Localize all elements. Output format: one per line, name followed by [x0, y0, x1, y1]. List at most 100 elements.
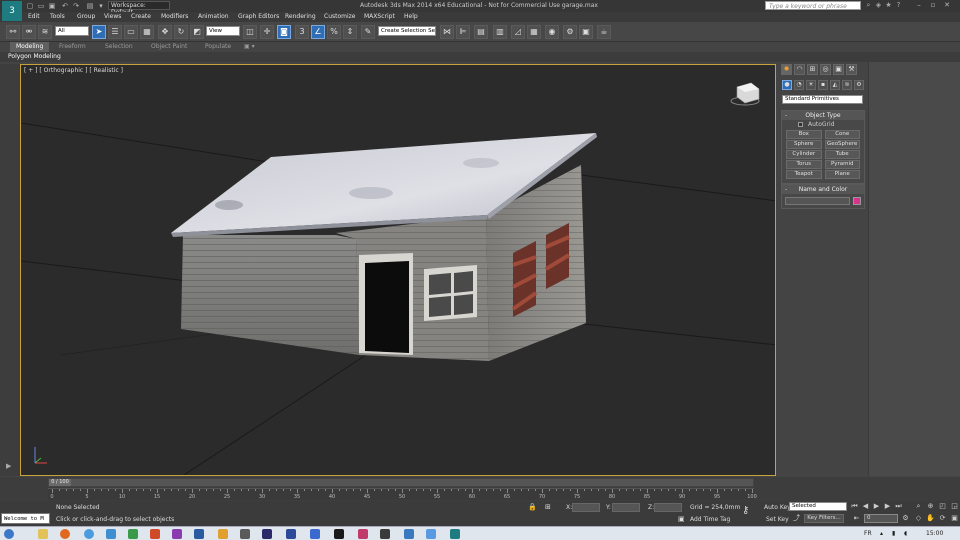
3ds-max-taskbar-icon[interactable] — [450, 529, 460, 539]
taskbar-app-icon[interactable] — [128, 529, 138, 539]
menu-modifiers[interactable]: Modifiers — [161, 13, 188, 20]
selection-filter-dropdown[interactable]: All — [55, 26, 89, 36]
menu-views[interactable]: Views — [104, 13, 121, 20]
play-icon[interactable]: ▶ — [872, 502, 881, 511]
time-configuration-icon[interactable]: ⚙ — [901, 514, 910, 523]
taskbar-app-icon[interactable] — [172, 529, 182, 539]
plane-button[interactable]: Plane — [824, 170, 860, 179]
taskbar-app-icon[interactable] — [426, 529, 436, 539]
maximize-viewport-toggle-icon[interactable]: ▣ — [950, 514, 959, 523]
taskbar-app-icon[interactable] — [310, 529, 320, 539]
autogrid-checkbox[interactable]: AutoGrid — [798, 120, 864, 129]
zoom-icon[interactable]: ⌕ — [914, 502, 923, 511]
time-slider-thumb[interactable]: 0 / 100 — [49, 479, 71, 486]
search-input[interactable]: Type a keyword or phrase — [765, 1, 861, 10]
taskbar-app-icon[interactable] — [218, 529, 228, 539]
favorites-icon[interactable]: ★ — [884, 1, 893, 10]
menu-edit[interactable]: Edit — [28, 13, 40, 20]
go-to-end-icon[interactable]: ⏭ — [894, 502, 903, 511]
auto-key-button[interactable]: Auto Key — [764, 504, 791, 511]
previous-frame-icon[interactable]: ◀ — [861, 502, 870, 511]
menu-help[interactable]: Help — [404, 13, 418, 20]
perspective-viewport[interactable]: [ + ] [ Orthographic ] [ Realistic ] — [20, 64, 776, 476]
lights-icon[interactable]: ☀ — [806, 80, 816, 90]
menu-maxscript[interactable]: MAXScript — [364, 13, 395, 20]
select-and-scale-icon[interactable]: ◩ — [190, 25, 204, 39]
space-warps-icon[interactable]: ≋ — [842, 80, 852, 90]
schematic-view-icon[interactable]: ▦ — [527, 25, 541, 39]
create-tab-icon[interactable]: ✹ — [781, 64, 792, 75]
taskbar-app-icon[interactable] — [262, 529, 272, 539]
menu-animation[interactable]: Animation — [198, 13, 229, 20]
shapes-icon[interactable]: ◔ — [794, 80, 804, 90]
align-icon[interactable]: ⊫ — [456, 25, 470, 39]
menu-create[interactable]: Create — [131, 13, 151, 20]
firefox-icon[interactable] — [60, 529, 70, 539]
taskbar-app-icon[interactable] — [150, 529, 160, 539]
selection-lock-icon[interactable]: 🔒 — [528, 503, 537, 512]
systems-icon[interactable]: ⚙ — [854, 80, 864, 90]
name-and-color-rollout-header[interactable]: - Name and Color — [782, 185, 864, 194]
tube-button[interactable]: Tube — [824, 150, 860, 159]
mirror-icon[interactable]: ⋈ — [440, 25, 454, 39]
minimize-button[interactable]: – — [914, 0, 924, 10]
viewport-label[interactable]: [ + ] [ Orthographic ] [ Realistic ] — [24, 67, 123, 74]
orbit-icon[interactable]: ⟳ — [938, 514, 947, 523]
use-pivot-center-icon[interactable]: ◫ — [243, 25, 257, 39]
rectangular-selection-icon[interactable]: ▭ — [124, 25, 138, 39]
named-selection-dropdown[interactable]: Create Selection Se — [378, 26, 436, 36]
select-and-move-icon[interactable]: ✥ — [158, 25, 172, 39]
network-icon[interactable]: ▮ — [892, 530, 895, 537]
graphite-modeling-tools-icon[interactable]: ▥ — [493, 25, 507, 39]
render-setup-icon[interactable]: ⚙ — [563, 25, 577, 39]
helpers-icon[interactable]: ◭ — [830, 80, 840, 90]
render-production-icon[interactable]: ☕ — [597, 25, 611, 39]
ribbon-options-icon[interactable]: ▣ ▾ — [244, 42, 255, 52]
add-time-tag-button[interactable]: Add Time Tag — [690, 516, 730, 523]
geometry-icon[interactable]: ● — [782, 80, 792, 90]
material-editor-icon[interactable]: ◉ — [545, 25, 559, 39]
cone-button[interactable]: Cone — [824, 130, 860, 139]
key-mode-toggle-icon[interactable]: ⇤ — [852, 514, 861, 523]
set-keys-icon[interactable]: ⚷ — [742, 505, 749, 516]
clock[interactable]: 15:00 — [926, 530, 943, 537]
key-filters-button[interactable]: Key Filters... — [804, 514, 844, 523]
absolute-mode-icon[interactable]: ⊞ — [545, 503, 553, 512]
tab-selection[interactable]: Selection — [105, 42, 133, 52]
select-and-rotate-icon[interactable]: ↻ — [174, 25, 188, 39]
window-crossing-icon[interactable]: ▦ — [140, 25, 154, 39]
zoom-extents-icon[interactable]: ◰ — [938, 502, 947, 511]
object-name-field[interactable] — [785, 197, 850, 205]
display-tab-icon[interactable]: ▣ — [833, 64, 844, 75]
language-indicator[interactable]: FR — [864, 530, 872, 537]
help-icon[interactable]: ? — [894, 1, 903, 10]
rendered-frame-window-icon[interactable]: ▣ — [579, 25, 593, 39]
object-color-swatch[interactable] — [853, 197, 861, 205]
modify-tab-icon[interactable]: ◠ — [794, 64, 805, 75]
pyramid-button[interactable]: Pyramid — [824, 160, 860, 169]
select-object-icon[interactable]: ➤ — [92, 25, 106, 39]
taskbar-app-icon[interactable] — [194, 529, 204, 539]
chrome-icon[interactable] — [84, 529, 94, 539]
bind-to-space-warp-icon[interactable]: ≋ — [38, 25, 52, 39]
key-mode-dropdown[interactable]: Selected — [789, 502, 847, 511]
set-key-button[interactable]: Set Key — [766, 516, 789, 523]
utilities-tab-icon[interactable]: ⚒ — [846, 64, 857, 75]
keyboard-shortcut-override-icon[interactable]: ◙ — [277, 25, 291, 39]
select-and-link-icon[interactable]: ⚯ — [6, 25, 20, 39]
undo-icon[interactable]: ↶ — [61, 2, 69, 10]
box-button[interactable]: Box — [786, 130, 822, 139]
volume-icon[interactable]: ◖ — [904, 530, 907, 537]
start-button-icon[interactable] — [4, 529, 14, 539]
edit-named-selection-icon[interactable]: ✎ — [361, 25, 375, 39]
pan-view-icon[interactable]: ✋ — [926, 514, 935, 523]
tab-populate[interactable]: Populate — [205, 42, 231, 52]
taskbar-app-icon[interactable] — [286, 529, 296, 539]
next-frame-icon[interactable]: ▶ — [883, 502, 892, 511]
time-slider[interactable]: 0 / 100 — [48, 478, 754, 487]
zoom-extents-all-icon[interactable]: ◲ — [950, 502, 959, 511]
menu-customize[interactable]: Customize — [324, 13, 356, 20]
taskbar-app-icon[interactable] — [380, 529, 390, 539]
sphere-button[interactable]: Sphere — [786, 140, 822, 149]
tab-freeform[interactable]: Freeform — [59, 42, 86, 52]
